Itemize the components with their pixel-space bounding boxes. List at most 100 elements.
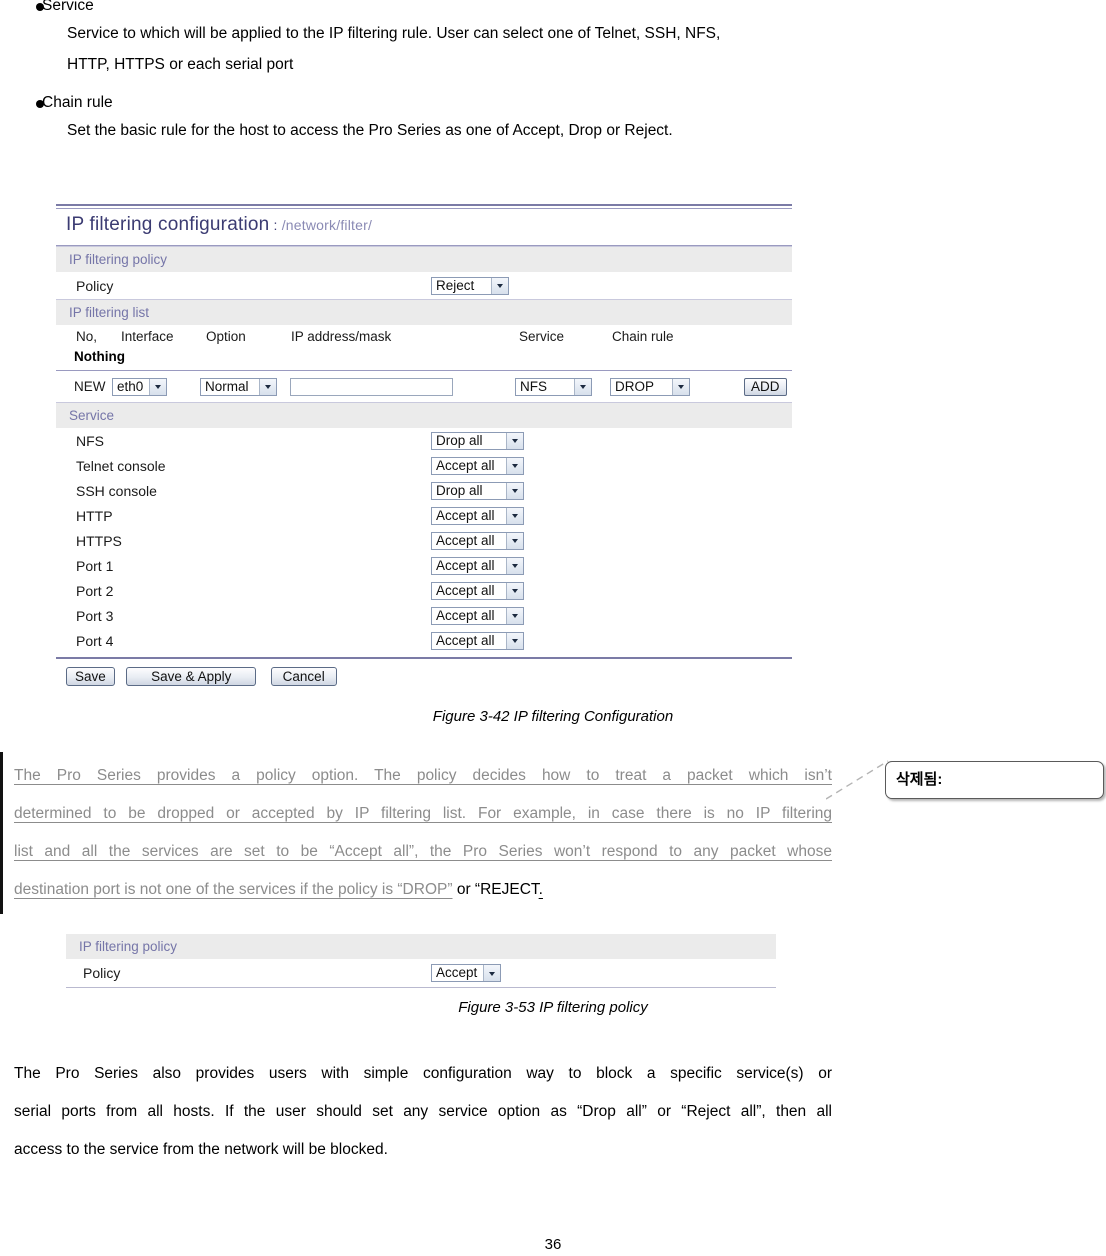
service-action-value: Accept all: [432, 457, 506, 474]
bullet-body-line: Set the basic rule for the host to acces…: [67, 122, 673, 139]
paragraph-line: The Pro Series also provides users with …: [14, 1065, 832, 1082]
panel-title-separator: :: [269, 217, 282, 233]
save-and-apply-button[interactable]: Save & Apply: [126, 667, 257, 686]
option-select[interactable]: Normal: [200, 377, 277, 396]
policy-select-value: Reject: [432, 277, 491, 294]
policy-label: Policy: [83, 965, 121, 981]
form-action-buttons: Save Save & Apply Cancel: [56, 659, 792, 686]
service-row: Port 2 Accept all: [56, 578, 792, 603]
service-action-select[interactable]: Accept all: [431, 506, 524, 525]
service-name: HTTP: [76, 507, 113, 524]
service-action-value: Accept all: [432, 607, 506, 624]
kept-underlined-segment: .: [538, 881, 543, 898]
service-name: NFS: [76, 432, 104, 449]
service-name: HTTPS: [76, 532, 122, 549]
section-header-ip-filtering-policy: IP filtering policy: [66, 934, 776, 959]
cancel-button[interactable]: Cancel: [270, 667, 337, 686]
inserted-text-line: list and all the services are set to be …: [14, 843, 832, 860]
chevron-down-icon: [506, 582, 523, 599]
service-row: Port 3 Accept all: [56, 603, 792, 628]
new-rule-label: NEW: [74, 379, 106, 394]
chevron-down-icon: [506, 507, 523, 524]
service-row: Port 4 Accept all: [56, 628, 792, 653]
interface-select-value: eth0: [113, 378, 149, 395]
service-action-select[interactable]: Accept all: [431, 531, 524, 550]
service-action-select[interactable]: Drop all: [431, 431, 524, 450]
panel-title-text: IP filtering configuration: [66, 214, 270, 235]
section-header-service: Service: [56, 402, 792, 428]
column-header-service: Service: [519, 329, 565, 344]
service-action-value: Accept all: [432, 557, 506, 574]
empty-list-text: Nothing: [74, 349, 125, 364]
service-action-select[interactable]: Accept all: [431, 456, 524, 475]
service-action-value: Drop all: [432, 432, 506, 449]
chevron-down-icon: [506, 632, 523, 649]
bullet-item: Chain rule: [14, 93, 864, 113]
service-action-select[interactable]: Drop all: [431, 481, 524, 500]
service-action-value: Accept all: [432, 582, 506, 599]
column-header-ip-address-mask: IP address/mask: [291, 329, 392, 344]
paragraph-line: serial ports from all hosts. If the user…: [14, 1103, 832, 1120]
chevron-down-icon: [491, 277, 508, 294]
tracked-changes-paragraph: The Pro Series provides a policy option.…: [14, 757, 832, 909]
service-action-value: Accept all: [432, 507, 506, 524]
bullet-dot-icon: [14, 0, 44, 16]
panel-title: IP filtering configuration : /network/fi…: [56, 209, 792, 242]
column-header-interface: Interface: [121, 329, 174, 344]
inserted-text-line: The Pro Series provides a policy option.…: [14, 767, 832, 784]
bullet-body-line: HTTP, HTTPS or each serial port: [67, 56, 294, 73]
inserted-text-segment: destination port is not one of the servi…: [14, 881, 453, 898]
service-row: HTTP Accept all: [56, 503, 792, 528]
kept-text-segment: or “REJECT: [452, 881, 539, 898]
column-header-chain-rule: Chain rule: [612, 329, 674, 344]
inserted-text-line: destination port is not one of the servi…: [14, 871, 832, 909]
service-row: Port 1 Accept all: [56, 553, 792, 578]
page-number: 36: [544, 1236, 562, 1253]
breadcrumb-filter[interactable]: filter: [340, 217, 368, 233]
service-name: Port 2: [76, 582, 114, 599]
service-name: Telnet console: [76, 457, 166, 474]
service-action-select[interactable]: Accept all: [431, 606, 524, 625]
service-row: NFS Drop all: [56, 428, 792, 453]
chevron-down-icon: [506, 607, 523, 624]
chevron-down-icon: [506, 482, 523, 499]
chevron-down-icon: [483, 965, 500, 981]
chevron-down-icon: [506, 432, 523, 449]
comment-balloon[interactable]: 삭제됨:: [885, 761, 1104, 799]
paragraph-line: access to the service from the network w…: [14, 1141, 388, 1158]
service-action-value: Accept all: [432, 532, 506, 549]
policy-select[interactable]: Reject: [431, 276, 509, 295]
service-action-select[interactable]: Accept all: [431, 631, 524, 650]
bullet-list-service: Service Service to which will be applied…: [14, 0, 864, 80]
bullet-label: Service: [42, 0, 94, 14]
breadcrumb-network[interactable]: network: [286, 217, 336, 233]
ip-address-mask-input[interactable]: [290, 377, 453, 396]
service-select-value: NFS: [516, 378, 574, 395]
policy-label: Policy: [76, 277, 114, 294]
ip-filtering-configuration-panel: IP filtering configuration : /network/fi…: [56, 204, 792, 686]
service-name: SSH console: [76, 482, 157, 499]
service-name: Port 1: [76, 557, 114, 574]
chevron-down-icon: [672, 378, 689, 395]
bullet-body-line: Service to which will be applied to the …: [67, 25, 721, 42]
ip-filtering-policy-panel: IP filtering policy Policy Accept: [66, 934, 776, 988]
add-button[interactable]: ADD: [744, 377, 787, 396]
service-name: Port 3: [76, 607, 114, 624]
service-rows: NFS Drop all Telnet console Accept all S…: [56, 428, 792, 653]
chain-rule-select[interactable]: DROP: [610, 377, 690, 396]
service-action-select[interactable]: Accept all: [431, 556, 524, 575]
chevron-down-icon: [259, 378, 276, 395]
service-row: HTTPS Accept all: [56, 528, 792, 553]
interface-select[interactable]: eth0: [112, 377, 167, 396]
section-header-ip-filtering-policy: IP filtering policy: [56, 246, 792, 272]
filtering-list-table-header: No, Interface Option IP address/mask Ser…: [56, 325, 792, 344]
service-select[interactable]: NFS: [515, 377, 592, 396]
service-row: SSH console Drop all: [56, 478, 792, 503]
save-button[interactable]: Save: [66, 667, 115, 686]
divider: [66, 987, 776, 988]
comment-label: 삭제됨:: [896, 771, 943, 788]
bullet-label: Chain rule: [42, 94, 113, 111]
new-rule-row: NEW eth0 Normal NFS DROP ADD: [56, 371, 792, 402]
policy-select[interactable]: Accept: [431, 964, 501, 982]
service-action-select[interactable]: Accept all: [431, 581, 524, 600]
